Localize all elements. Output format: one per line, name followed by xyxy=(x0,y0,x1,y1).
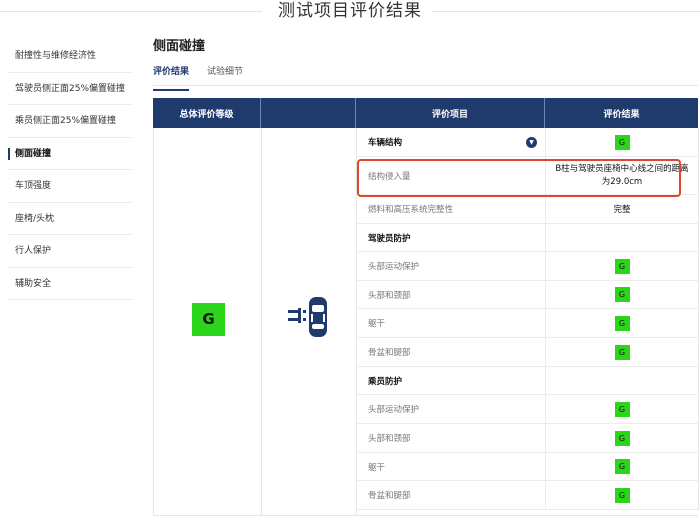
row-item-label: 头部运动保护 xyxy=(357,395,546,423)
section-title: 侧面碰撞 xyxy=(153,39,206,54)
table-row: 驾驶员防护 xyxy=(357,224,699,252)
grade-badge: G xyxy=(614,344,630,360)
row-item-label: 头部和颈部 xyxy=(357,424,546,452)
group-title: 驾驶员防护 xyxy=(357,224,546,251)
grade-badge: G xyxy=(614,487,630,503)
results-table: 总体评价等级 评价项目 评价结果 G 车辆结构 ▼ G 结构侵入量 B柱与驾驶员… xyxy=(153,98,699,516)
grade-badge: G xyxy=(614,459,630,474)
row-item-label: 燃料和高压系统完整性 xyxy=(357,195,546,223)
chevron-down-icon[interactable]: ▼ xyxy=(526,136,537,148)
grade-badge: G xyxy=(614,315,630,331)
row-item-label: 躯干 xyxy=(357,453,546,480)
row-result: G xyxy=(546,338,699,366)
table-row: 头部和颈部 G xyxy=(357,424,699,453)
main-content: 侧面碰撞 评价结果 试验细节 总体评价等级 评价项目 评价结果 G 车辆结构 ▼… xyxy=(153,36,699,516)
table-row: 头部运动保护 G xyxy=(357,395,699,424)
row-result: G xyxy=(546,252,699,280)
group-title: 乘员防护 xyxy=(357,367,546,394)
table-row: 乘员防护 xyxy=(357,367,699,395)
table-row: 躯干 G xyxy=(357,309,699,338)
overall-cell: G xyxy=(154,128,262,516)
side-impact-car-icon xyxy=(288,297,327,337)
tab-test-details[interactable]: 试验细节 xyxy=(207,64,243,85)
row-result-text: B柱与驾驶员座椅中心线之间的距离为29.0cm xyxy=(546,157,699,194)
header-result: 评价结果 xyxy=(603,109,640,120)
row-result-empty xyxy=(546,224,699,251)
grade-badge: G xyxy=(614,258,630,274)
row-item-label: 躯干 xyxy=(357,309,546,337)
header-spacer xyxy=(261,98,356,128)
row-result: G xyxy=(546,395,699,423)
sidebar-item-side-impact[interactable]: 侧面碰撞 xyxy=(8,138,132,170)
sidebar-item-driver-small-overlap[interactable]: 驾驶员侧正面25%偏置碰撞 xyxy=(8,73,132,105)
header-item: 评价项目 xyxy=(356,98,545,128)
table-row: 燃料和高压系统完整性 完整 xyxy=(357,195,699,224)
row-result: G xyxy=(546,453,699,480)
row-result: G xyxy=(546,481,699,509)
sidebar-item-roof-strength[interactable]: 车顶强度 xyxy=(8,170,132,203)
row-item-label: 车辆结构 xyxy=(368,138,403,148)
row-item-label: 头部运动保护 xyxy=(357,252,546,280)
row-item: 车辆结构 ▼ xyxy=(357,128,546,156)
grade-badge: G xyxy=(614,430,630,446)
row-item-label: 头部和颈部 xyxy=(357,281,546,308)
header-overall: 总体评价等级 xyxy=(153,98,261,128)
grade-badge: G xyxy=(614,287,630,302)
grade-badge: G xyxy=(614,401,630,417)
icon-cell xyxy=(262,128,357,516)
table-body: G 车辆结构 ▼ G 结构侵入量 B柱与驾驶员座椅中心线之间的距离为29.0cm… xyxy=(153,128,699,516)
table-row: 骨盆和腿部 G xyxy=(357,481,699,510)
table-row: 骨盆和腿部 G xyxy=(357,338,699,367)
row-result: G xyxy=(546,309,699,337)
page-title: 测试项目评价结果 xyxy=(278,1,422,21)
row-result-empty xyxy=(546,367,699,394)
row-result: G xyxy=(546,424,699,452)
table-row: 结构侵入量 B柱与驾驶员座椅中心线之间的距离为29.0cm xyxy=(357,157,699,195)
sidebar-nav: 耐撞性与维修经济性 驾驶员侧正面25%偏置碰撞 乘员侧正面25%偏置碰撞 侧面碰… xyxy=(8,40,132,300)
evaluation-rows: 车辆结构 ▼ G 结构侵入量 B柱与驾驶员座椅中心线之间的距离为29.0cm 燃… xyxy=(357,128,699,510)
sidebar-item-seat-headrest[interactable]: 座椅/头枕 xyxy=(8,203,132,235)
row-item-label: 结构侵入量 xyxy=(357,157,546,194)
row-item-label: 骨盆和腿部 xyxy=(357,481,546,509)
tab-bar: 评价结果 试验细节 xyxy=(153,64,698,91)
table-row: 躯干 G xyxy=(357,453,699,481)
grade-badge: G xyxy=(614,134,630,150)
sidebar-item-pedestrian[interactable]: 行人保护 xyxy=(8,235,132,268)
table-row: 头部和颈部 G xyxy=(357,281,699,309)
row-result-text: 完整 xyxy=(546,195,699,223)
row-result: G xyxy=(546,128,699,156)
row-item-label: 骨盆和腿部 xyxy=(357,338,546,366)
row-result: G xyxy=(546,281,699,308)
sidebar-item-passenger-small-overlap[interactable]: 乘员侧正面25%偏置碰撞 xyxy=(8,105,132,138)
sidebar-item-crashworthiness[interactable]: 耐撞性与维修经济性 xyxy=(8,40,132,73)
table-row: 头部运动保护 G xyxy=(357,252,699,281)
tab-results[interactable]: 评价结果 xyxy=(153,64,190,91)
table-row: 车辆结构 ▼ G xyxy=(357,128,699,157)
table-header: 总体评价等级 评价项目 评价结果 xyxy=(153,98,698,128)
overall-grade-badge: G xyxy=(192,303,225,336)
sidebar-item-assist-safety[interactable]: 辅助安全 xyxy=(8,268,132,300)
